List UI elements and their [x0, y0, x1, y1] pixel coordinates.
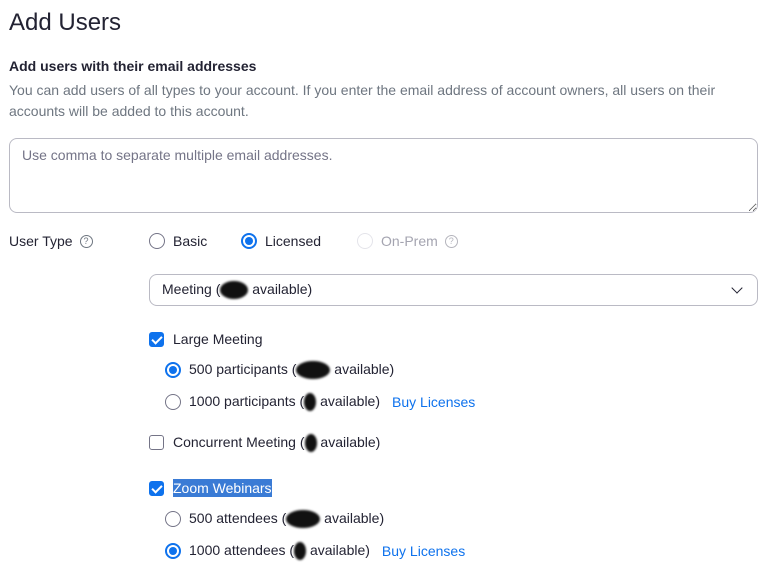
redacted-count [286, 510, 321, 529]
buy-licenses-webinar-link[interactable]: Buy Licenses [382, 542, 465, 560]
large-meeting-checkbox[interactable]: Large Meeting [149, 330, 263, 348]
redacted-count [296, 361, 331, 380]
meeting-license-select[interactable]: Meeting ( available) [149, 274, 758, 306]
buy-licenses-large-meeting-link[interactable]: Buy Licenses [392, 393, 475, 411]
webinar-500-label: 500 attendees ( available) [189, 509, 384, 529]
radio-icon [165, 510, 181, 527]
section-heading: Add users with their email addresses [9, 58, 257, 74]
radio-selected-icon [165, 361, 181, 378]
large-meeting-500-label: 500 participants ( available) [189, 360, 394, 380]
zoom-webinars-label: Zoom Webinars [173, 479, 272, 497]
redacted-count [304, 393, 317, 412]
zoom-webinars-checkbox[interactable]: Zoom Webinars [149, 479, 272, 497]
onprem-help-icon[interactable]: ? [444, 234, 458, 248]
redacted-count [220, 281, 249, 300]
user-type-label-text: User Type [9, 233, 73, 249]
user-type-basic-radio[interactable]: Basic [149, 232, 207, 250]
checkbox-checked-icon [149, 480, 164, 496]
meeting-license-value: Meeting ( available) [162, 281, 733, 300]
large-meeting-1000-radio[interactable]: 1000 participants ( available) Buy Licen… [165, 392, 475, 412]
radio-selected-icon [165, 542, 181, 559]
large-meeting-1000-label: 1000 participants ( available) [189, 392, 380, 412]
radio-icon [165, 393, 181, 410]
webinar-1000-label: 1000 attendees ( available) [189, 541, 370, 561]
chevron-down-icon [731, 282, 743, 294]
user-type-onprem-label: On-Prem [381, 233, 438, 249]
webinar-1000-radio[interactable]: 1000 attendees ( available) Buy Licenses [165, 541, 465, 561]
checkbox-checked-icon [149, 331, 164, 347]
radio-disabled-icon [357, 233, 373, 249]
help-icon[interactable]: ? [79, 234, 93, 248]
redacted-count [294, 542, 307, 561]
user-type-basic-label: Basic [173, 233, 208, 249]
checkbox-icon [149, 435, 164, 451]
webinar-500-radio[interactable]: 500 attendees ( available) [165, 509, 384, 529]
radio-selected-icon [241, 233, 257, 249]
user-type-onprem-radio[interactable]: On-Prem ? [357, 232, 458, 250]
large-meeting-label: Large Meeting [173, 331, 263, 347]
section-description: You can add users of all types to your a… [9, 82, 716, 119]
page-title: Add Users [9, 9, 122, 36]
large-meeting-500-radio[interactable]: 500 participants ( available) [165, 360, 394, 380]
user-type-label: User Type ? [9, 232, 93, 250]
user-type-licensed-radio[interactable]: Licensed [241, 232, 321, 250]
concurrent-meeting-label: Concurrent Meeting ( available) [173, 433, 380, 453]
redacted-count [304, 434, 317, 453]
radio-icon [149, 233, 165, 249]
user-type-licensed-label: Licensed [265, 233, 322, 249]
email-addresses-input[interactable] [9, 138, 758, 213]
concurrent-meeting-checkbox[interactable]: Concurrent Meeting ( available) [149, 433, 380, 453]
